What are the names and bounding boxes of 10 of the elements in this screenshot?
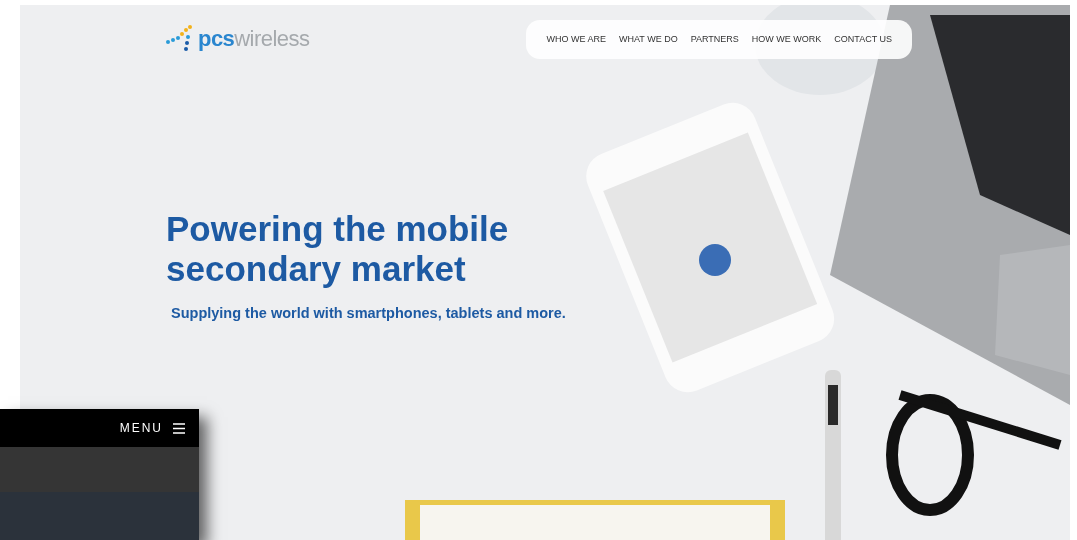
hero-subtitle: Supplying the world with smartphones, tablets and more. — [170, 304, 567, 323]
hero-title: Powering the mobile secondary market — [166, 209, 510, 289]
menu-button[interactable]: MENU — [0, 409, 199, 447]
nav-link[interactable]: WHAT WE DO — [618, 32, 678, 47]
nav-link[interactable]: WHO WE ARE — [546, 32, 606, 47]
nav-link[interactable]: CONTACT US — [834, 32, 892, 47]
logo-icon — [164, 24, 194, 54]
menu-icon — [173, 422, 185, 434]
nav-link[interactable]: PARTNERS — [690, 32, 739, 47]
nav-link[interactable]: HOW WE WORK — [751, 32, 822, 47]
